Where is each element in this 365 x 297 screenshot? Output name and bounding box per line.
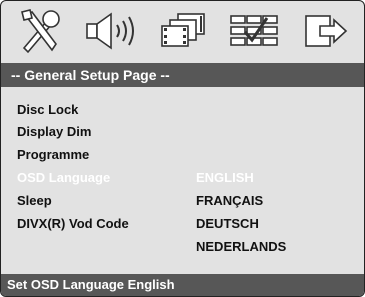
menu-item-display-dim[interactable]: Display Dim <box>17 124 91 139</box>
exit-icon[interactable] <box>296 7 354 55</box>
setup-icon-bar <box>1 1 364 61</box>
menu-item-divx-vod-code[interactable]: DIVX(R) Vod Code <box>17 216 129 231</box>
video-frames-icon[interactable] <box>154 7 212 55</box>
language-option-deutsch[interactable]: DEUTSCH <box>196 216 259 231</box>
menu-item-programme[interactable]: Programme <box>17 147 89 162</box>
language-option-nederlands[interactable]: NEDERLANDS <box>196 239 286 254</box>
page-title: -- General Setup Page -- <box>1 63 364 87</box>
menu-item-sleep[interactable]: Sleep <box>17 193 52 208</box>
menu-item-disc-lock[interactable]: Disc Lock <box>17 102 78 117</box>
menu-item-osd-language[interactable]: OSD Language <box>17 170 110 185</box>
status-bar: Set OSD Language English <box>1 274 364 296</box>
setup-menu: Disc Lock Display Dim Programme OSD Lang… <box>1 93 364 271</box>
preferences-grid-icon[interactable] <box>225 7 283 55</box>
tools-icon[interactable] <box>12 7 70 55</box>
speaker-icon[interactable] <box>83 7 141 55</box>
language-option-english[interactable]: ENGLISH <box>196 170 254 185</box>
language-option-francais[interactable]: FRANÇAIS <box>196 193 263 208</box>
setup-dialog: -- General Setup Page -- Disc Lock Displ… <box>0 0 365 297</box>
